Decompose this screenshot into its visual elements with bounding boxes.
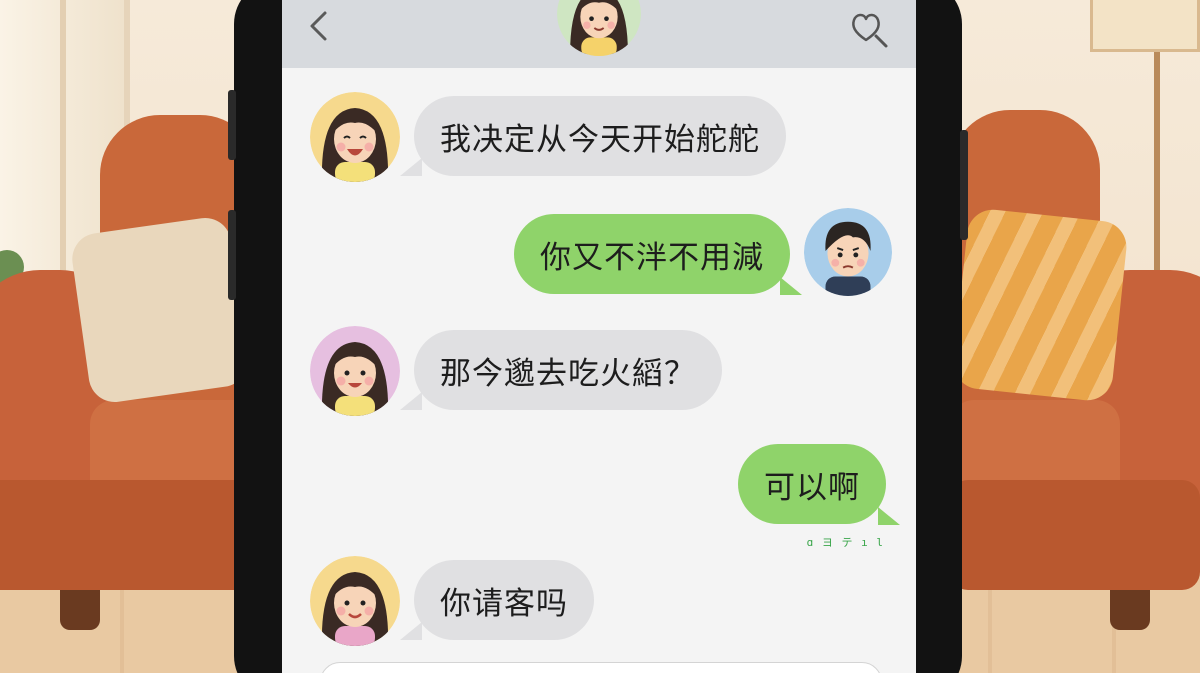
bubble-tail — [400, 392, 422, 410]
girl-avatar-laughing-icon — [310, 92, 400, 182]
bubble-tail — [400, 158, 422, 176]
favorite-search-button[interactable] — [848, 8, 892, 52]
avatar[interactable] — [310, 556, 400, 646]
girl-avatar-smiling-icon — [310, 556, 400, 646]
girl-avatar-smiling-icon — [310, 326, 400, 416]
avatar[interactable] — [310, 326, 400, 416]
striped-pillow — [951, 207, 1129, 403]
chat-screen: 我决定从今天开始舵舵 你又不泮不用減 那今邈去吃火縚？ 可以啊 ɑ ヨ テ ı … — [282, 0, 916, 673]
bubble-tail — [780, 277, 802, 295]
message-bubble-outgoing[interactable]: 可以啊 — [738, 444, 886, 524]
message-bubble-incoming[interactable]: 那今邈去吃火縚？ — [414, 330, 722, 410]
avatar[interactable] — [804, 208, 892, 296]
bubble-tail — [878, 507, 900, 525]
back-button[interactable] — [304, 8, 334, 44]
contact-avatar[interactable] — [557, 0, 641, 56]
right-armchair — [950, 0, 1200, 673]
left-armchair — [0, 0, 260, 673]
girl-avatar — [557, 0, 641, 56]
chat-header — [282, 0, 916, 68]
boy-avatar-worried-icon — [804, 208, 892, 296]
message-bubble-outgoing[interactable]: 你又不泮不用減 — [514, 214, 790, 294]
message-bubble-incoming[interactable]: 我决定从今天开始舵舵 — [414, 96, 786, 176]
message-input[interactable] — [320, 662, 882, 673]
avatar[interactable] — [310, 92, 400, 182]
chevron-left-icon — [310, 11, 327, 41]
cream-pillow — [68, 214, 252, 406]
message-bubble-incoming[interactable]: 你请客吗 — [414, 560, 594, 640]
bubble-tail — [400, 622, 422, 640]
read-receipt: ɑ ヨ テ ı l — [806, 536, 884, 549]
heart-search-icon — [852, 13, 888, 48]
